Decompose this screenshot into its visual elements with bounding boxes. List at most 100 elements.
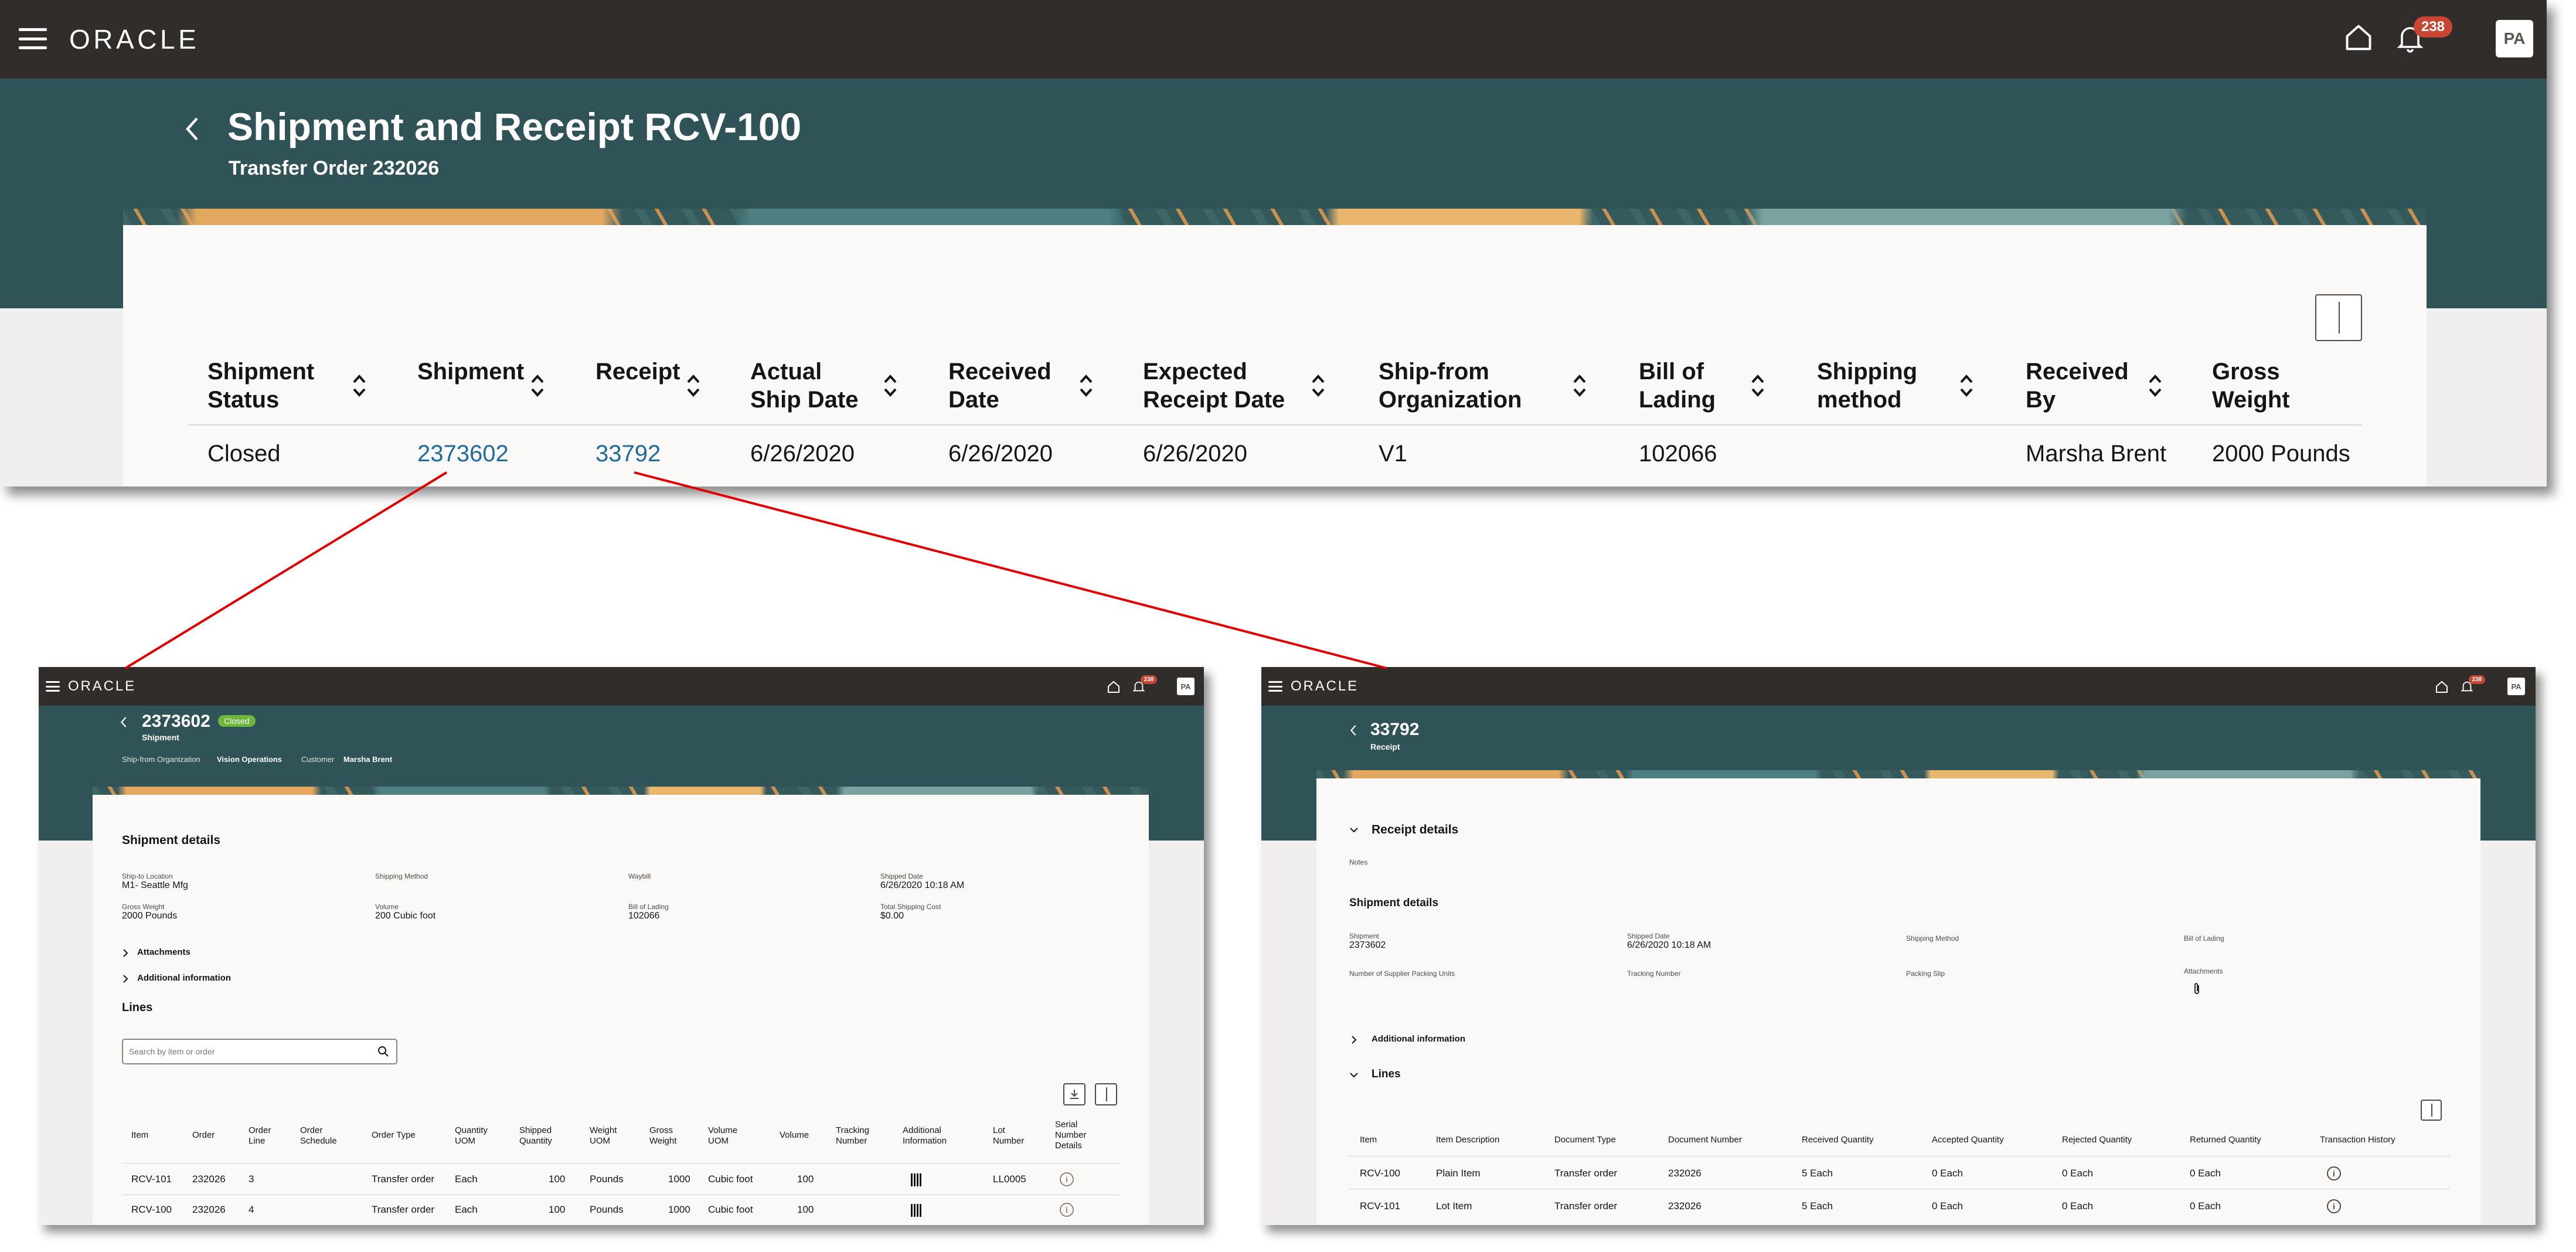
sort-icon[interactable]	[1311, 374, 1326, 397]
shipped-date-value: 6/26/2020 10:18 AM	[880, 880, 965, 890]
cell-gross-weight: 2000 Pounds	[2212, 441, 2350, 467]
page-title: 2373602	[142, 712, 210, 731]
col-header: Transaction History	[2320, 1135, 2395, 1145]
additional-info-section[interactable]: Additional information	[1372, 1034, 1465, 1044]
chevron-right-icon[interactable]	[1350, 1035, 1357, 1045]
receipt-details-title[interactable]: Receipt details	[1372, 823, 1458, 837]
connector-shipment-line	[124, 471, 448, 669]
sort-icon[interactable]	[1078, 374, 1094, 397]
volume-value: 200 Cubic foot	[375, 911, 436, 921]
search-icon[interactable]	[377, 1046, 389, 1057]
meta-shipfrom-value: Vision Operations	[217, 755, 283, 764]
connector-receipt-line	[634, 471, 1387, 669]
col-header-gross-weight[interactable]: Gross Weight	[2212, 358, 2329, 414]
cell-volume-uom: Cubic foot	[708, 1173, 753, 1185]
column-toggle-icon[interactable]	[2421, 1100, 2442, 1121]
col-header-received-date[interactable]: Received Date	[948, 358, 1066, 414]
menu-icon[interactable]	[19, 28, 47, 49]
shipping-method-label: Shipping Method	[1906, 934, 1959, 943]
sort-icon[interactable]	[530, 374, 545, 397]
col-header: Shipped Quantity	[519, 1125, 552, 1146]
info-icon[interactable]: i	[1060, 1203, 1074, 1217]
col-header-received-by[interactable]: Received By	[2026, 358, 2143, 414]
col-header: Weight UOM	[590, 1125, 617, 1146]
sort-icon[interactable]	[1750, 374, 1765, 397]
col-header-shipping-method[interactable]: Shipping method	[1817, 358, 1946, 414]
lines-title[interactable]: Lines	[1372, 1068, 1401, 1081]
ship-to-label: Ship-to Location	[122, 872, 173, 880]
back-icon[interactable]	[184, 116, 200, 142]
col-header: Tracking Number	[836, 1125, 869, 1146]
col-header: Received Quantity	[1802, 1135, 1874, 1145]
cell-accepted-qty: 0 Each	[1932, 1200, 1963, 1212]
cell-volume: 100	[797, 1204, 814, 1215]
global-header: ORACLE 238 PA	[39, 667, 1204, 706]
col-header: Item	[1360, 1135, 1377, 1145]
sort-icon[interactable]	[352, 374, 367, 397]
additional-info-section[interactable]: Additional information	[137, 973, 231, 983]
receipt-link[interactable]: 33792	[595, 440, 661, 468]
col-header-ship-from-organization[interactable]: Ship-from Organization	[1379, 358, 1531, 414]
cell-order: 232026	[192, 1204, 226, 1215]
home-icon[interactable]	[2435, 680, 2449, 694]
back-icon[interactable]	[1349, 724, 1357, 736]
cell-rejected-qty: 0 Each	[2062, 1168, 2093, 1179]
lot-link[interactable]: LL0005	[993, 1173, 1026, 1185]
user-avatar[interactable]: PA	[2496, 20, 2533, 57]
gross-weight-label: Gross Weight	[122, 903, 165, 911]
shipment-label: Shipment	[1349, 932, 1379, 940]
back-icon[interactable]	[120, 716, 128, 728]
receipt-card	[1316, 778, 2480, 1225]
decorative-banner	[123, 209, 2427, 226]
packing-slip-label: Packing Slip	[1906, 969, 1945, 978]
chevron-down-icon[interactable]	[1349, 1071, 1359, 1079]
sort-icon[interactable]	[883, 374, 898, 397]
chevron-right-icon[interactable]	[122, 948, 129, 958]
search-input[interactable]	[122, 1039, 397, 1064]
col-header: Document Number	[1668, 1135, 1742, 1145]
menu-icon[interactable]	[46, 681, 60, 692]
page-subtitle: Receipt	[1370, 742, 1400, 751]
barcode-icon[interactable]	[911, 1204, 923, 1217]
cell-shipped-qty: 100	[549, 1204, 566, 1215]
page-subtitle: Transfer Order 232026	[229, 157, 440, 179]
home-icon[interactable]	[2343, 22, 2374, 53]
sort-icon[interactable]	[2148, 374, 2163, 397]
col-header-actual-ship-date[interactable]: Actual Ship Date	[750, 358, 879, 414]
sort-icon[interactable]	[1572, 374, 1587, 397]
attachments-section[interactable]: Attachments	[137, 947, 190, 957]
cell-item: RCV-101	[131, 1173, 172, 1185]
col-header-expected-receipt-date[interactable]: Expected Receipt Date	[1143, 358, 1295, 414]
sort-icon[interactable]	[1959, 374, 1974, 397]
shipment-link[interactable]: 2373602	[417, 440, 509, 468]
cell-description: Lot Item	[1436, 1200, 1472, 1212]
paperclip-icon[interactable]	[2192, 982, 2201, 995]
menu-icon[interactable]	[1268, 681, 1282, 692]
shipment-card	[93, 795, 1149, 1225]
barcode-icon[interactable]	[911, 1173, 923, 1186]
user-avatar[interactable]: PA	[1177, 678, 1195, 695]
header-divider	[188, 424, 2362, 426]
info-icon[interactable]: i	[2327, 1199, 2341, 1213]
lines-title: Lines	[122, 1001, 153, 1014]
chevron-right-icon[interactable]	[122, 974, 129, 984]
sort-icon[interactable]	[686, 374, 701, 397]
col-header: Additional Information	[903, 1125, 947, 1146]
page-title: Shipment and Receipt RCV-100	[227, 105, 802, 148]
search-field[interactable]	[129, 1045, 363, 1059]
cell-item: RCV-100	[131, 1204, 172, 1215]
info-icon[interactable]: i	[1060, 1172, 1074, 1186]
status-badge: Closed	[218, 715, 256, 727]
column-toggle-icon[interactable]	[2315, 294, 2362, 341]
home-icon[interactable]	[1107, 680, 1121, 694]
user-avatar[interactable]: PA	[2507, 678, 2525, 695]
column-toggle-icon[interactable]	[1095, 1083, 1117, 1105]
col-header-bill-of-lading[interactable]: Bill of Lading	[1639, 358, 1744, 414]
download-icon[interactable]	[1063, 1083, 1085, 1105]
total-cost-link[interactable]: $0.00	[880, 911, 904, 921]
info-icon[interactable]: i	[2327, 1166, 2341, 1180]
chevron-down-icon[interactable]	[1349, 826, 1359, 833]
col-header-shipment[interactable]: Shipment	[417, 358, 535, 386]
cell-expected-receipt-date: 6/26/2020	[1143, 441, 1247, 467]
col-header-shipment-status[interactable]: Shipment Status	[207, 358, 325, 414]
